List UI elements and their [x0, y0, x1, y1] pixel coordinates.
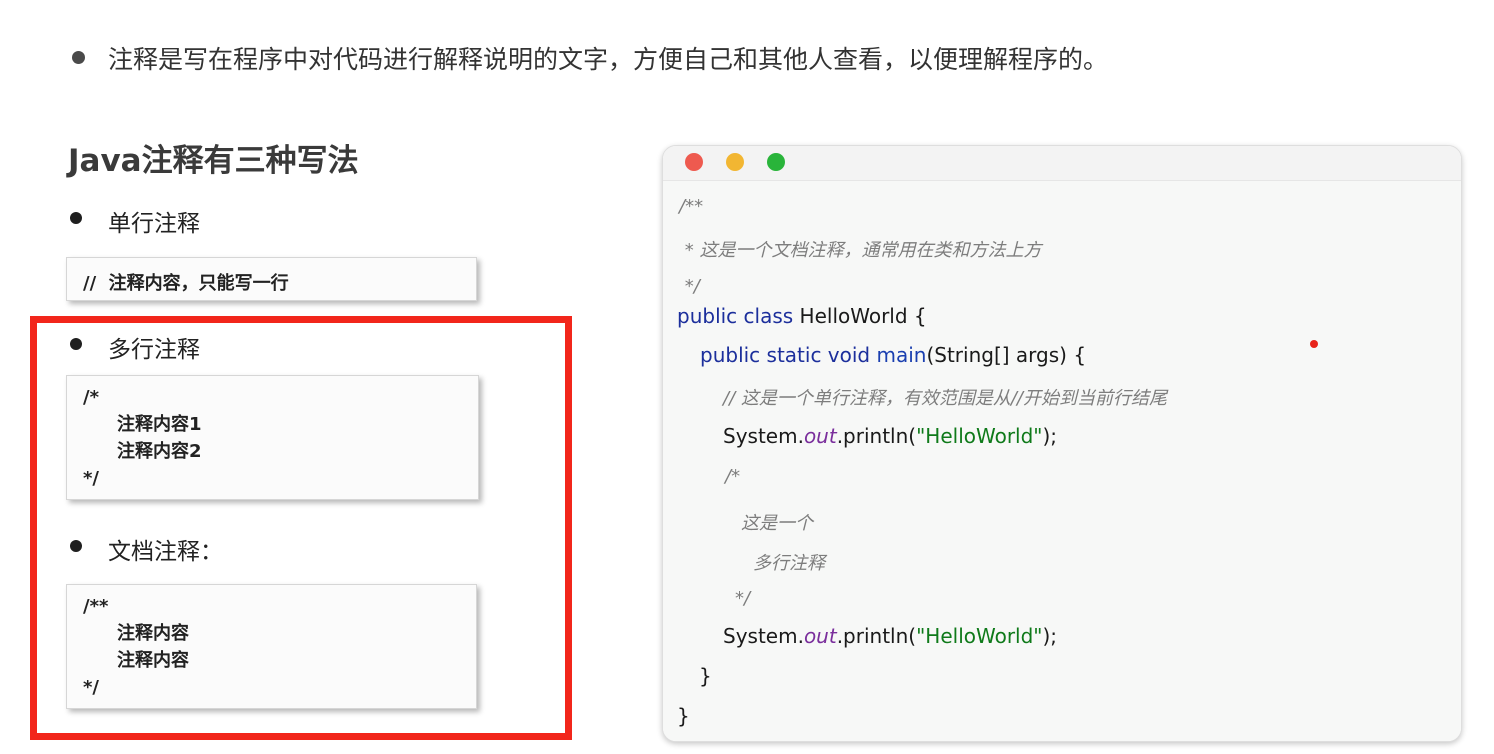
code-line: System.out.println("HelloWorld"); — [723, 624, 1057, 648]
code-line: /* — [725, 466, 741, 487]
code-line: 多行注释 — [753, 553, 825, 574]
code-line: */ — [735, 588, 751, 609]
item-bullet-icon — [70, 540, 82, 552]
code-token: .println( — [836, 624, 917, 648]
code-editor-window: /** * 这是一个文档注释，通常用在类和方法上方 */ public clas… — [662, 145, 1462, 742]
intro-text: 注释是写在程序中对代码进行解释说明的文字，方便自己和其他人查看，以便理解程序的。 — [108, 45, 1109, 74]
code-token: HelloWorld { — [793, 304, 927, 328]
code-string: "HelloWorld" — [916, 624, 1043, 648]
editor-code-area — [663, 181, 1461, 741]
code-field: out — [803, 624, 837, 648]
item-label-multi-line: 多行注释 — [108, 337, 200, 363]
code-line: /* — [83, 387, 99, 408]
code-line: 这是一个 — [741, 513, 813, 534]
editor-title-bar — [663, 146, 1461, 181]
code-function: main — [870, 343, 927, 367]
code-keyword: public static void — [700, 343, 871, 367]
maximize-dot-icon[interactable] — [767, 153, 785, 171]
code-token: ); — [1042, 624, 1058, 648]
code-line: 注释内容1 — [117, 414, 202, 435]
code-line: System.out.println("HelloWorld"); — [723, 424, 1057, 448]
code-line: public static void main(String[] args) { — [700, 343, 1086, 367]
code-token: System. — [723, 624, 804, 648]
code-token: System. — [723, 424, 804, 448]
code-line: 注释内容2 — [117, 441, 202, 462]
code-line: 注释内容 — [117, 623, 189, 644]
code-line: // 这是一个单行注释，有效范围是从//开始到当前行结尾 — [723, 388, 1167, 409]
code-box-single-line: // 注释内容，只能写一行 — [66, 257, 477, 301]
code-box-doc: /** 注释内容 注释内容 */ — [66, 584, 477, 709]
code-line: // 注释内容，只能写一行 — [83, 273, 289, 294]
code-line: } — [699, 664, 712, 688]
code-line: public class HelloWorld { — [677, 304, 927, 328]
code-line: } — [677, 704, 690, 728]
item-bullet-icon — [70, 212, 82, 224]
code-line: */ — [679, 276, 700, 297]
code-line: /** — [679, 196, 704, 217]
code-line: /** — [83, 596, 109, 617]
code-line: */ — [83, 677, 99, 698]
code-line: * 这是一个文档注释，通常用在类和方法上方 — [679, 240, 1042, 261]
code-line: 注释内容 — [117, 650, 189, 671]
code-field: out — [803, 424, 837, 448]
section-title: Java注释有三种写法 — [68, 143, 359, 179]
close-dot-icon[interactable] — [685, 153, 703, 171]
item-bullet-icon — [70, 338, 82, 350]
code-line: */ — [83, 468, 99, 489]
code-token: ); — [1042, 424, 1058, 448]
code-box-multi-line: /* 注释内容1 注释内容2 */ — [66, 375, 479, 500]
item-label-doc: 文档注释： — [108, 539, 223, 565]
intro-bullet-icon — [72, 51, 85, 64]
pointer-dot-icon — [1310, 340, 1318, 348]
code-keyword: public class — [677, 304, 794, 328]
minimize-dot-icon[interactable] — [726, 153, 744, 171]
code-token: (String[] args) { — [926, 343, 1087, 367]
item-label-single-line: 单行注释 — [108, 211, 200, 237]
code-string: "HelloWorld" — [916, 424, 1043, 448]
code-token: .println( — [836, 424, 917, 448]
